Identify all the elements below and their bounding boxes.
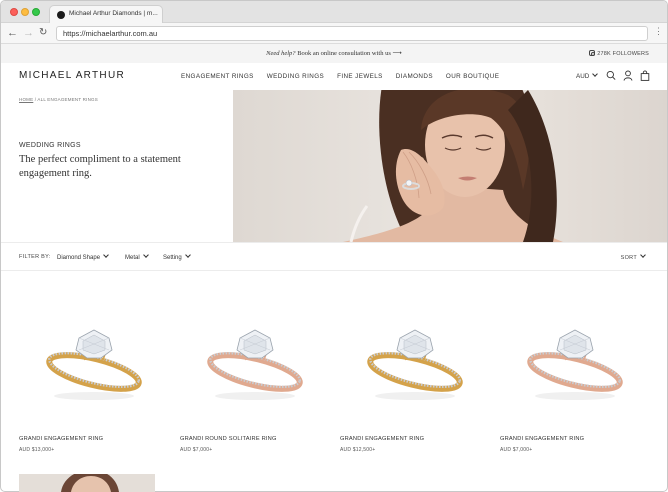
chevron-down-icon <box>640 252 646 258</box>
browser-menu-icon[interactable]: ⋮ <box>654 26 663 37</box>
product-price: AUD $7,000+ <box>180 447 213 453</box>
account-icon[interactable] <box>623 70 633 81</box>
ring-image <box>367 329 463 400</box>
product-card[interactable]: GRANDI ENGAGEMENT RING AUD $7,000+ <box>500 292 650 462</box>
filter-diamond-shape[interactable]: Diamond Shape <box>57 252 109 261</box>
product-price: AUD $13,000+ <box>19 447 55 453</box>
breadcrumb: HOME / ALL ENGAGEMENT RINGS <box>19 97 98 102</box>
instagram-icon <box>589 50 596 56</box>
maximize-window-button[interactable] <box>32 8 40 16</box>
minimize-window-button[interactable] <box>21 8 29 16</box>
address-bar[interactable]: https://michaelarthur.com.au <box>56 26 648 41</box>
filter-bar: FILTER BY: Diamond Shape Metal Setting S… <box>1 242 667 271</box>
product-card[interactable]: GRANDI ENGAGEMENT RING AUD $13,000+ <box>19 292 169 462</box>
chevron-down-icon <box>592 71 599 77</box>
filter-metal-label: Metal <box>125 255 140 261</box>
help-text: Book an online consultation with us <box>295 50 391 57</box>
consultation-link[interactable]: Need help? Book an online consultation w… <box>1 49 667 57</box>
url-text: https://michaelarthur.com.au <box>63 29 158 38</box>
product-card[interactable]: GRANDI ENGAGEMENT RING AUD $12,500+ <box>340 292 490 462</box>
browser-toolbar: ← → ↻ https://michaelarthur.com.au ⋮ <box>1 23 667 44</box>
ring-image <box>527 329 623 400</box>
product-image-partial <box>61 474 119 492</box>
product-card-partial[interactable] <box>19 474 155 492</box>
breadcrumb-current: / ALL ENGAGEMENT RINGS <box>33 97 98 102</box>
nav-fine-jewels[interactable]: FINE JEWELS <box>337 73 383 80</box>
filter-metal[interactable]: Metal <box>125 252 149 261</box>
currency-label: AUD <box>576 73 590 80</box>
browser-tab[interactable]: Michael Arthur Diamonds | m... <box>49 5 163 24</box>
chevron-down-icon <box>184 252 191 258</box>
chevron-down-icon <box>103 252 109 258</box>
filter-diamond-shape-label: Diamond Shape <box>57 255 101 261</box>
reload-icon[interactable]: ↻ <box>39 26 47 40</box>
filter-setting[interactable]: Setting <box>163 252 191 261</box>
hero-title: The perfect compliment to a statement en… <box>19 154 181 179</box>
back-arrow-icon[interactable]: ← <box>7 26 18 40</box>
search-icon[interactable] <box>606 70 616 81</box>
sort-label: SORT <box>620 255 637 261</box>
forward-arrow-icon[interactable]: → <box>23 26 34 40</box>
ring-image <box>46 329 142 400</box>
announcement-bar: Need help? Book an online consultation w… <box>1 44 667 63</box>
product-price: AUD $12,500+ <box>340 447 376 453</box>
product-name[interactable]: GRANDI ENGAGEMENT RING <box>340 436 424 442</box>
product-price: AUD $7,000+ <box>500 447 533 453</box>
nav-engagement-rings[interactable]: ENGAGEMENT RINGS <box>181 73 254 80</box>
shopping-bag-icon[interactable] <box>640 70 650 81</box>
nav-wedding-rings[interactable]: WEDDING RINGS <box>267 73 324 80</box>
hero-text-panel: HOME / ALL ENGAGEMENT RINGS WEDDING RING… <box>1 90 233 242</box>
chevron-down-icon <box>142 252 149 258</box>
site-header: MICHAEL ARTHUR ENGAGEMENT RINGS WEDDING … <box>1 63 667 90</box>
sort-dropdown[interactable]: SORT <box>620 252 646 261</box>
product-name[interactable]: GRANDI ROUND SOLITAIRE RING <box>180 436 277 442</box>
main-navigation: ENGAGEMENT RINGS WEDDING RINGS FINE JEWE… <box>181 73 512 80</box>
nav-our-boutique[interactable]: OUR BOUTIQUE <box>446 73 499 80</box>
site-favicon-icon <box>57 11 65 19</box>
close-window-button[interactable] <box>10 8 18 16</box>
hero-kicker: WEDDING RINGS <box>19 142 81 149</box>
help-emphasis: Need help? <box>266 50 296 57</box>
breadcrumb-home[interactable]: HOME <box>19 97 33 102</box>
currency-selector[interactable]: AUD <box>576 71 599 80</box>
arrow-right-icon: ⟶ <box>392 50 402 57</box>
ring-image <box>207 329 303 400</box>
product-name[interactable]: GRANDI ENGAGEMENT RING <box>500 436 584 442</box>
instagram-link[interactable]: 278K FOLLOWERS <box>589 50 649 57</box>
product-name[interactable]: GRANDI ENGAGEMENT RING <box>19 436 103 442</box>
browser-titlebar: Michael Arthur Diamonds | m... <box>1 1 667 24</box>
instagram-followers: 278K FOLLOWERS <box>597 51 649 57</box>
filter-setting-label: Setting <box>163 255 182 261</box>
hero-model-image <box>233 90 667 242</box>
model-illustration <box>343 90 563 242</box>
nav-diamonds[interactable]: DIAMONDS <box>396 73 433 80</box>
product-card[interactable]: GRANDI ROUND SOLITAIRE RING AUD $7,000+ <box>180 292 330 462</box>
tab-title: Michael Arthur Diamonds | m... <box>69 10 158 17</box>
site-logo[interactable]: MICHAEL ARTHUR <box>19 70 125 81</box>
filter-by-label: FILTER BY: <box>19 254 51 260</box>
